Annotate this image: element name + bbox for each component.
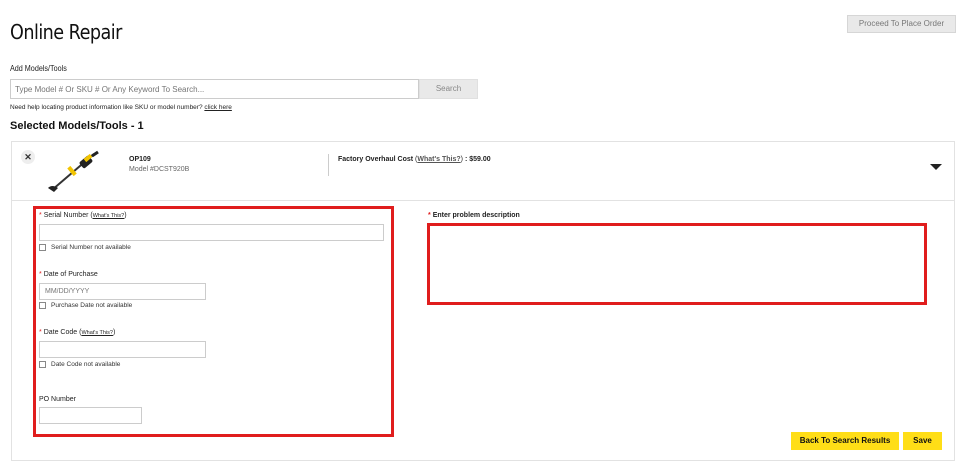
date-of-purchase-label: * Date of Purchase (39, 271, 98, 278)
purchase-date-na-label: Purchase Date not available (51, 302, 133, 309)
overhaul-whats-this-link[interactable]: What's This? (417, 156, 460, 163)
serial-number-label: * Serial Number (What's This?) (39, 212, 127, 219)
help-text-label: Need help locating product information l… (10, 104, 203, 111)
date-code-whats-this-link[interactable]: What's This? (81, 330, 113, 336)
save-button[interactable]: Save (903, 432, 942, 450)
date-code-na-checkbox[interactable] (39, 361, 46, 368)
click-here-link[interactable]: click here (204, 104, 231, 111)
overhaul-cost: Factory Overhaul Cost (What's This?) : $… (338, 156, 491, 163)
selected-item-header: ✕ OP109 Model #DCST920B Factory Overhaul… (12, 142, 954, 201)
proceed-to-place-order-button[interactable]: Proceed To Place Order (847, 15, 956, 33)
date-code-input[interactable] (39, 341, 206, 358)
add-models-label: Add Models/Tools (10, 64, 67, 73)
chevron-down-icon[interactable] (930, 164, 942, 170)
date-code-na-label: Date Code not available (51, 361, 121, 368)
date-code-label: * Date Code (What's This?) (39, 329, 116, 336)
model-name: OP109 (129, 156, 151, 163)
selected-models-title: Selected Models/Tools - 1 (10, 120, 144, 132)
problem-description-label: * Enter problem description (428, 212, 520, 219)
header-divider (328, 154, 329, 176)
string-trimmer-image (48, 150, 99, 192)
date-of-purchase-input[interactable] (39, 283, 206, 300)
model-number: Model #DCST920B (129, 166, 190, 173)
page-title: Online Repair (10, 20, 122, 44)
po-number-label: PO Number (39, 396, 76, 403)
overhaul-cost-value: : $59.00 (464, 156, 491, 163)
search-input[interactable] (10, 79, 419, 99)
overhaul-cost-label: Factory Overhaul Cost (338, 156, 414, 163)
po-number-input[interactable] (39, 407, 142, 424)
purchase-date-na-checkbox[interactable] (39, 302, 46, 309)
serial-whats-this-link[interactable]: What's This? (93, 213, 125, 219)
help-text: Need help locating product information l… (10, 104, 232, 111)
problem-description-textarea[interactable] (427, 223, 927, 305)
remove-item-button[interactable]: ✕ (21, 150, 35, 164)
serial-na-checkbox[interactable] (39, 244, 46, 251)
serial-na-label: Serial Number not available (51, 244, 131, 251)
search-button[interactable]: Search (419, 79, 478, 99)
serial-number-input[interactable] (39, 224, 384, 241)
back-to-search-results-button[interactable]: Back To Search Results (791, 432, 899, 450)
